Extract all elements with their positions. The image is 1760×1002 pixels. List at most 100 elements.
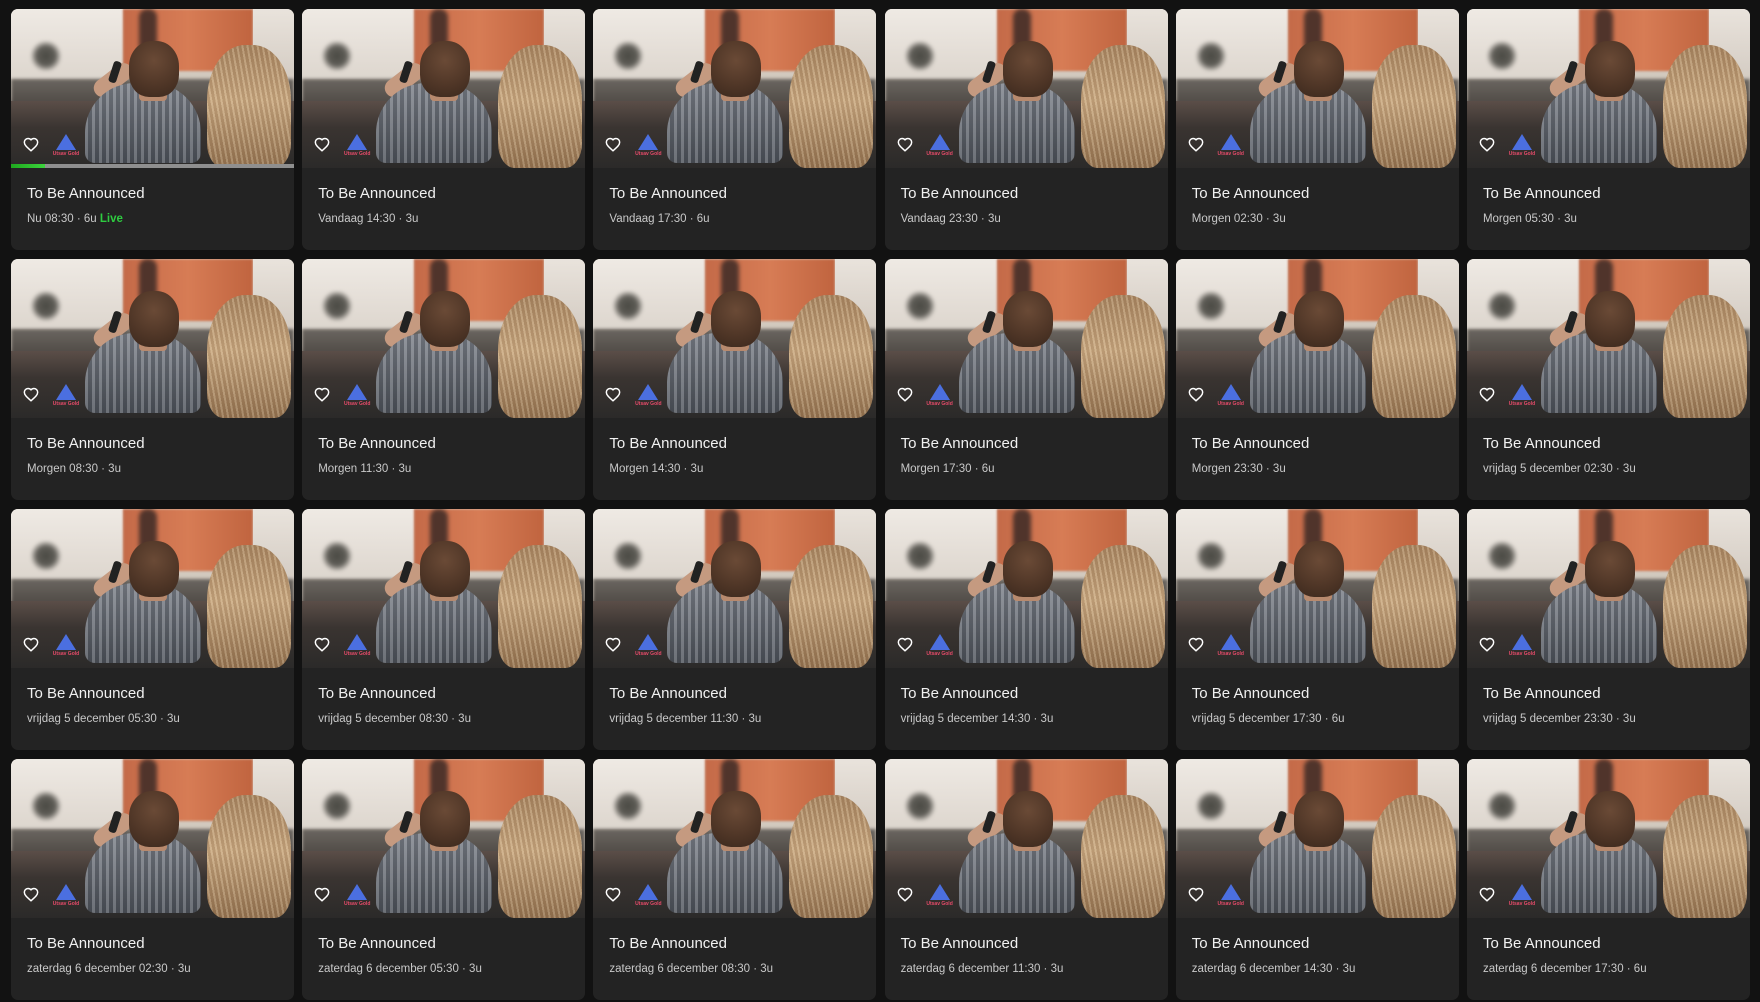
channel-logo-text: Utsav Gold xyxy=(926,651,953,657)
program-title: To Be Announced xyxy=(609,685,727,702)
program-thumbnail[interactable]: Utsav Gold xyxy=(302,9,586,168)
channel-logo: Utsav Gold xyxy=(1216,884,1246,910)
favorite-button[interactable] xyxy=(312,134,332,154)
program-card[interactable]: Utsav Gold To Be Announced zaterdag 6 de… xyxy=(593,759,877,1000)
favorite-button[interactable] xyxy=(895,134,915,154)
favorite-button[interactable] xyxy=(895,884,915,904)
favorite-button[interactable] xyxy=(603,384,623,404)
program-thumbnail[interactable]: Utsav Gold xyxy=(11,509,294,668)
program-card[interactable]: Utsav Gold To Be Announced Morgen 11:30 … xyxy=(302,259,586,500)
program-thumbnail[interactable]: Utsav Gold xyxy=(1466,9,1750,168)
program-card[interactable]: Utsav Gold To Be Announced Vandaag 23:30… xyxy=(884,9,1168,250)
program-thumbnail[interactable]: Utsav Gold xyxy=(884,9,1168,168)
favorite-button[interactable] xyxy=(21,884,41,904)
channel-logo-text: Utsav Gold xyxy=(926,151,953,157)
program-thumbnail[interactable]: Utsav Gold xyxy=(593,509,877,668)
program-thumbnail[interactable]: Utsav Gold xyxy=(593,759,877,918)
favorite-button[interactable] xyxy=(1186,884,1206,904)
heart-outline-icon xyxy=(1479,887,1495,902)
favorite-button[interactable] xyxy=(1186,634,1206,654)
program-thumbnail[interactable]: Utsav Gold xyxy=(11,759,294,918)
channel-logo: Utsav Gold xyxy=(633,134,663,160)
favorite-button[interactable] xyxy=(895,384,915,404)
program-title: To Be Announced xyxy=(318,185,436,202)
program-time: zaterdag 6 december 05:30 · 3u xyxy=(318,963,482,975)
program-card[interactable]: Utsav Gold To Be Announced vrijdag 5 dec… xyxy=(593,509,877,750)
program-thumbnail[interactable]: Utsav Gold xyxy=(884,509,1168,668)
favorite-button[interactable] xyxy=(603,884,623,904)
program-thumbnail[interactable]: Utsav Gold xyxy=(11,9,294,168)
program-thumbnail[interactable]: Utsav Gold xyxy=(593,259,877,418)
program-thumbnail[interactable]: Utsav Gold xyxy=(302,259,586,418)
program-card[interactable]: Utsav Gold To Be Announced Morgen 02:30 … xyxy=(1175,9,1459,250)
program-card[interactable]: Utsav Gold To Be Announced zaterdag 6 de… xyxy=(884,759,1168,1000)
favorite-button[interactable] xyxy=(312,384,332,404)
heart-outline-icon xyxy=(605,887,621,902)
channel-logo-text: Utsav Gold xyxy=(1508,151,1536,157)
program-time: vrijdag 5 december 17:30 · 6u xyxy=(1191,713,1345,725)
program-card[interactable]: Utsav Gold To Be Announced vrijdag 5 dec… xyxy=(302,509,586,750)
channel-logo-text: Utsav Gold xyxy=(1217,651,1244,657)
program-card[interactable]: Utsav Gold To Be Announced zaterdag 6 de… xyxy=(11,759,294,1000)
program-thumbnail[interactable]: Utsav Gold xyxy=(1466,259,1750,418)
program-thumbnail[interactable]: Utsav Gold xyxy=(1466,509,1750,668)
favorite-button[interactable] xyxy=(312,884,332,904)
program-card[interactable]: Utsav Gold To Be Announced vrijdag 5 dec… xyxy=(11,509,294,750)
program-thumbnail[interactable]: Utsav Gold xyxy=(302,759,586,918)
favorite-button[interactable] xyxy=(21,634,41,654)
program-card[interactable]: Utsav Gold To Be Announced zaterdag 6 de… xyxy=(1466,759,1750,1000)
favorite-button[interactable] xyxy=(21,134,41,154)
program-card[interactable]: Utsav Gold To Be Announced Morgen 23:30 … xyxy=(1175,259,1459,500)
program-card[interactable]: Utsav Gold To Be Announced vrijdag 5 dec… xyxy=(1175,509,1459,750)
program-thumbnail[interactable]: Utsav Gold xyxy=(1175,9,1459,168)
favorite-button[interactable] xyxy=(1186,384,1206,404)
program-card[interactable]: Utsav Gold To Be Announced Morgen 17:30 … xyxy=(884,259,1168,500)
program-card[interactable]: Utsav Gold To Be Announced Morgen 08:30 … xyxy=(11,259,294,500)
heart-outline-icon xyxy=(897,887,912,902)
favorite-button[interactable] xyxy=(1186,134,1206,154)
program-time: Morgen 11:30 · 3u xyxy=(318,463,412,475)
program-thumbnail[interactable]: Utsav Gold xyxy=(302,509,586,668)
favorite-button[interactable] xyxy=(312,634,332,654)
program-card[interactable]: Utsav Gold To Be Announced Vandaag 17:30… xyxy=(593,9,877,250)
program-card[interactable]: Utsav Gold To Be Announced Morgen 14:30 … xyxy=(593,259,877,500)
program-meta: vrijdag 5 december 02:30 · 3u xyxy=(1483,463,1636,475)
program-title: To Be Announced xyxy=(1482,935,1601,952)
channel-logo: Utsav Gold xyxy=(1507,134,1537,160)
favorite-button[interactable] xyxy=(21,384,41,404)
channel-logo-mark xyxy=(929,134,950,150)
favorite-button[interactable] xyxy=(1477,134,1497,154)
program-thumbnail[interactable]: Utsav Gold xyxy=(11,259,294,418)
program-thumbnail[interactable]: Utsav Gold xyxy=(593,9,877,168)
heart-outline-icon xyxy=(605,637,621,652)
program-time: vrijdag 5 december 11:30 · 3u xyxy=(609,713,762,725)
heart-outline-icon xyxy=(23,637,39,652)
program-meta: Morgen 08:30 · 3u xyxy=(27,463,121,475)
program-thumbnail[interactable]: Utsav Gold xyxy=(1175,759,1459,918)
program-thumbnail[interactable]: Utsav Gold xyxy=(884,259,1168,418)
program-card[interactable]: Utsav Gold To Be Announced Morgen 05:30 … xyxy=(1466,9,1750,250)
program-time: vrijdag 5 december 02:30 · 3u xyxy=(1482,463,1636,475)
program-card[interactable]: Utsav Gold To Be Announced vrijdag 5 dec… xyxy=(1466,509,1750,750)
favorite-button[interactable] xyxy=(1477,884,1497,904)
program-title: To Be Announced xyxy=(609,185,727,202)
program-thumbnail[interactable]: Utsav Gold xyxy=(1466,759,1750,918)
favorite-button[interactable] xyxy=(895,634,915,654)
program-thumbnail[interactable]: Utsav Gold xyxy=(1175,259,1459,418)
program-thumbnail[interactable]: Utsav Gold xyxy=(884,759,1168,918)
program-card[interactable]: Utsav Gold To Be Announced zaterdag 6 de… xyxy=(1175,759,1459,1000)
program-time: zaterdag 6 december 11:30 · 3u xyxy=(900,963,1064,975)
program-card[interactable]: Utsav Gold To Be Announced Nu 08:30 · 6u… xyxy=(11,9,294,250)
program-time: Vandaag 23:30 · 3u xyxy=(900,213,1001,225)
favorite-button[interactable] xyxy=(1477,384,1497,404)
program-card[interactable]: Utsav Gold To Be Announced vrijdag 5 dec… xyxy=(1466,259,1750,500)
favorite-button[interactable] xyxy=(603,634,623,654)
favorite-button[interactable] xyxy=(603,134,623,154)
program-card[interactable]: Utsav Gold To Be Announced vrijdag 5 dec… xyxy=(884,509,1168,750)
program-card[interactable]: Utsav Gold To Be Announced Vandaag 14:30… xyxy=(302,9,586,250)
program-thumbnail[interactable]: Utsav Gold xyxy=(1175,509,1459,668)
program-card[interactable]: Utsav Gold To Be Announced zaterdag 6 de… xyxy=(302,759,586,1000)
channel-logo-mark xyxy=(638,134,659,150)
favorite-button[interactable] xyxy=(1477,634,1497,654)
program-title: To Be Announced xyxy=(1191,185,1310,202)
